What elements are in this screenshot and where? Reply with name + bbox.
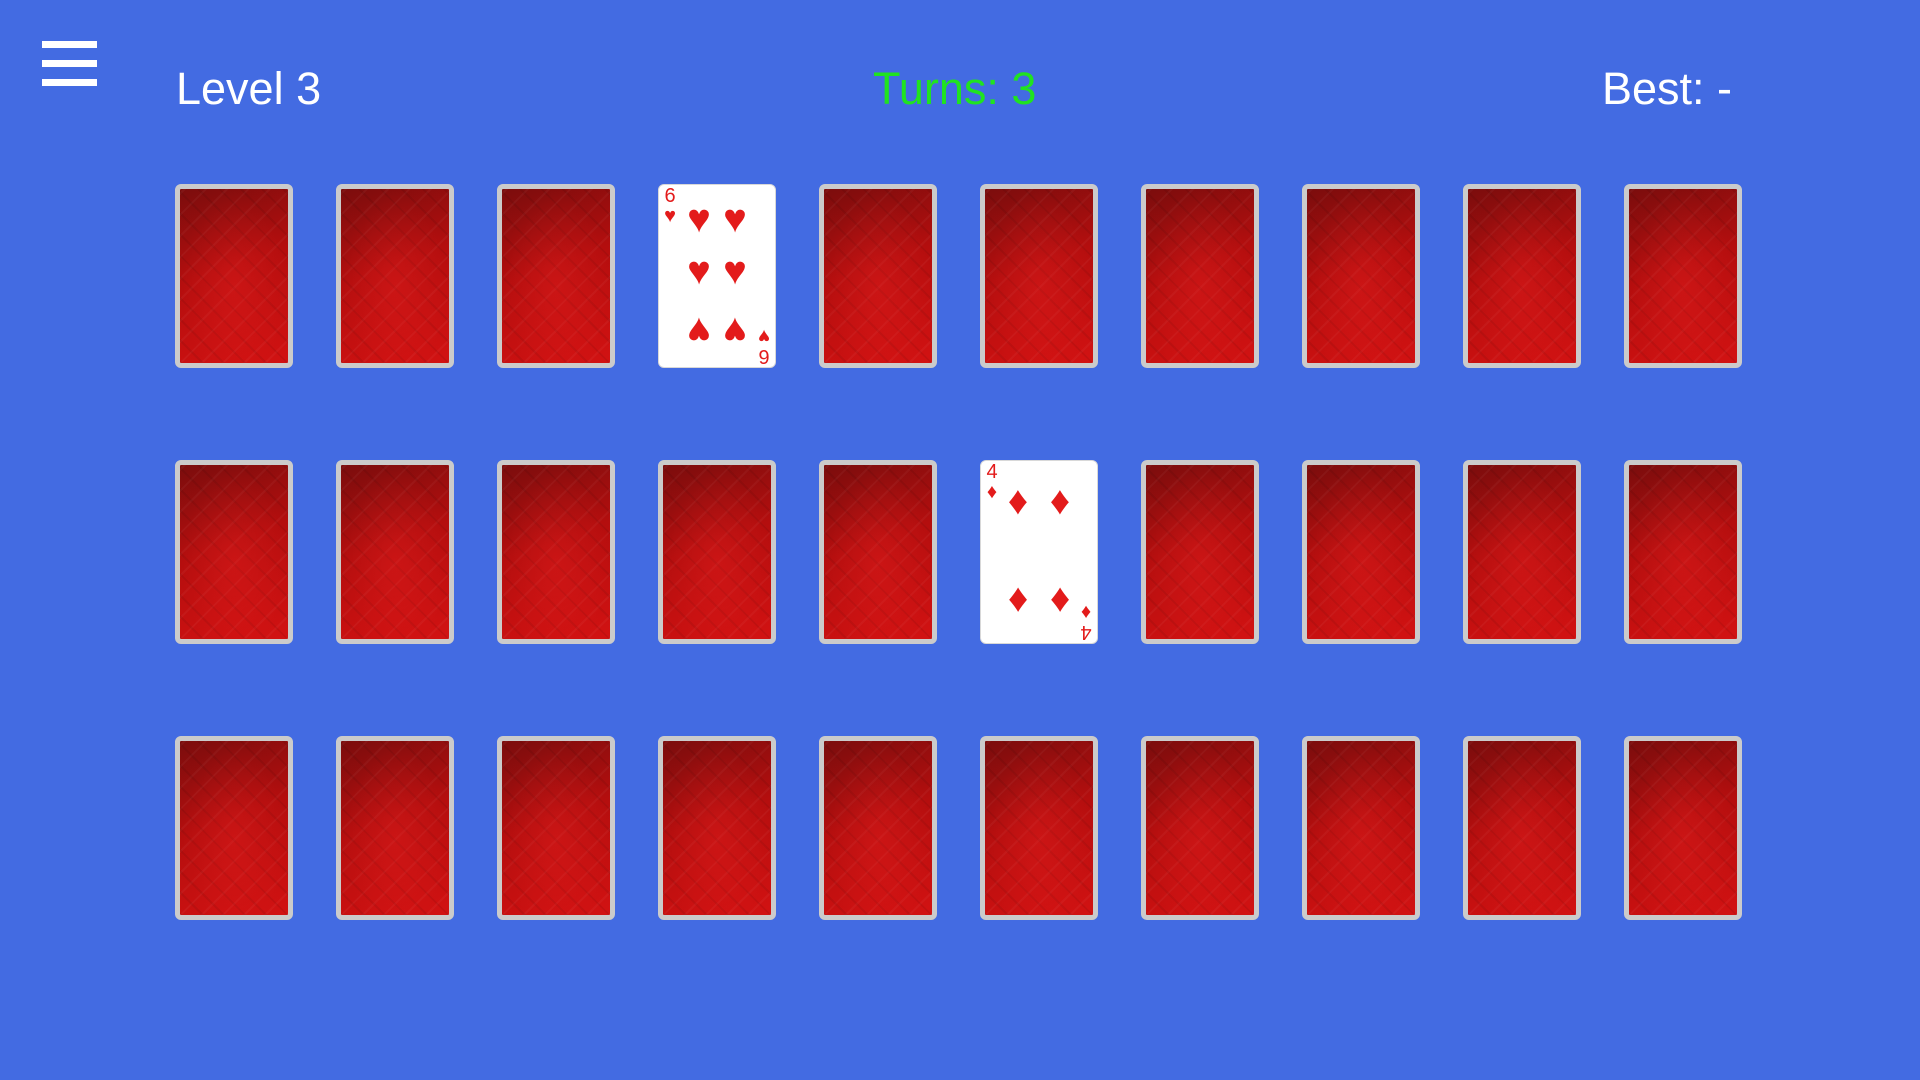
hearts-suit-icon: ♥ xyxy=(664,205,676,227)
card-rank: 4 xyxy=(1080,621,1092,643)
card-face-down[interactable] xyxy=(1141,736,1259,920)
menu-bar-line xyxy=(42,60,97,67)
card-corner-index: 6 ♥ xyxy=(754,325,774,367)
card-face-down[interactable] xyxy=(658,736,776,920)
card-face-down[interactable] xyxy=(1302,460,1420,644)
card-face-down[interactable] xyxy=(1463,460,1581,644)
card-face-down[interactable] xyxy=(1463,736,1581,920)
card-face-down[interactable] xyxy=(1624,184,1742,368)
hearts-pip-icon: ♥ xyxy=(687,309,711,353)
card-face-down[interactable] xyxy=(336,736,454,920)
turns-counter: Turns: 3 xyxy=(873,63,1037,114)
card-face-down[interactable] xyxy=(819,736,937,920)
diamonds-pip-icon: ♦ xyxy=(1007,579,1029,623)
hearts-pip-icon: ♥ xyxy=(723,309,747,353)
card-face-down[interactable] xyxy=(980,736,1098,920)
menu-bar-line xyxy=(42,79,97,86)
card-face-down[interactable] xyxy=(336,460,454,644)
game-screen: Level 3 Turns: 3 Best: - 6 ♥ 6 ♥ ♥ ♥ ♥ ♥ ♥ ♥ 4 ♦ 4 ♦ ♦… xyxy=(0,0,1920,1080)
card-face-down[interactable] xyxy=(819,460,937,644)
card-rank: 6 xyxy=(758,345,770,367)
card-face-down[interactable] xyxy=(497,460,615,644)
card-rank: 4 xyxy=(986,461,998,483)
diamonds-pip-icon: ♦ xyxy=(1007,479,1029,523)
hearts-pip-icon: ♥ xyxy=(687,249,711,293)
level-label: Level 3 xyxy=(176,63,322,114)
card-face-down[interactable] xyxy=(658,460,776,644)
card-face-down[interactable] xyxy=(1463,184,1581,368)
card-face-down[interactable] xyxy=(175,184,293,368)
card-face-down[interactable] xyxy=(1302,184,1420,368)
hearts-suit-icon: ♥ xyxy=(758,325,770,347)
card-face-down[interactable] xyxy=(1302,736,1420,920)
card-face-down[interactable] xyxy=(1624,736,1742,920)
best-score: Best: - xyxy=(1602,63,1733,114)
card-face-down[interactable] xyxy=(497,736,615,920)
card-face-up-4-of-diamonds[interactable]: 4 ♦ 4 ♦ ♦ ♦ ♦ ♦ xyxy=(980,460,1098,644)
card-face-down[interactable] xyxy=(1141,460,1259,644)
hearts-pip-icon: ♥ xyxy=(687,197,711,241)
card-face-down[interactable] xyxy=(819,184,937,368)
card-face-down[interactable] xyxy=(1141,184,1259,368)
hearts-pip-icon: ♥ xyxy=(723,249,747,293)
menu-button[interactable] xyxy=(42,41,97,86)
card-face-down[interactable] xyxy=(336,184,454,368)
card-face-down[interactable] xyxy=(980,184,1098,368)
diamonds-pip-icon: ♦ xyxy=(1049,479,1071,523)
card-face-down[interactable] xyxy=(175,736,293,920)
card-rank: 6 xyxy=(664,185,676,207)
card-face-down[interactable] xyxy=(497,184,615,368)
diamonds-pip-icon: ♦ xyxy=(1049,579,1071,623)
hearts-pip-icon: ♥ xyxy=(723,197,747,241)
menu-bar-line xyxy=(42,41,97,48)
card-face-down[interactable] xyxy=(175,460,293,644)
card-corner-index: 6 ♥ xyxy=(660,185,680,227)
card-face-up-6-of-hearts[interactable]: 6 ♥ 6 ♥ ♥ ♥ ♥ ♥ ♥ ♥ xyxy=(658,184,776,368)
card-face-down[interactable] xyxy=(1624,460,1742,644)
